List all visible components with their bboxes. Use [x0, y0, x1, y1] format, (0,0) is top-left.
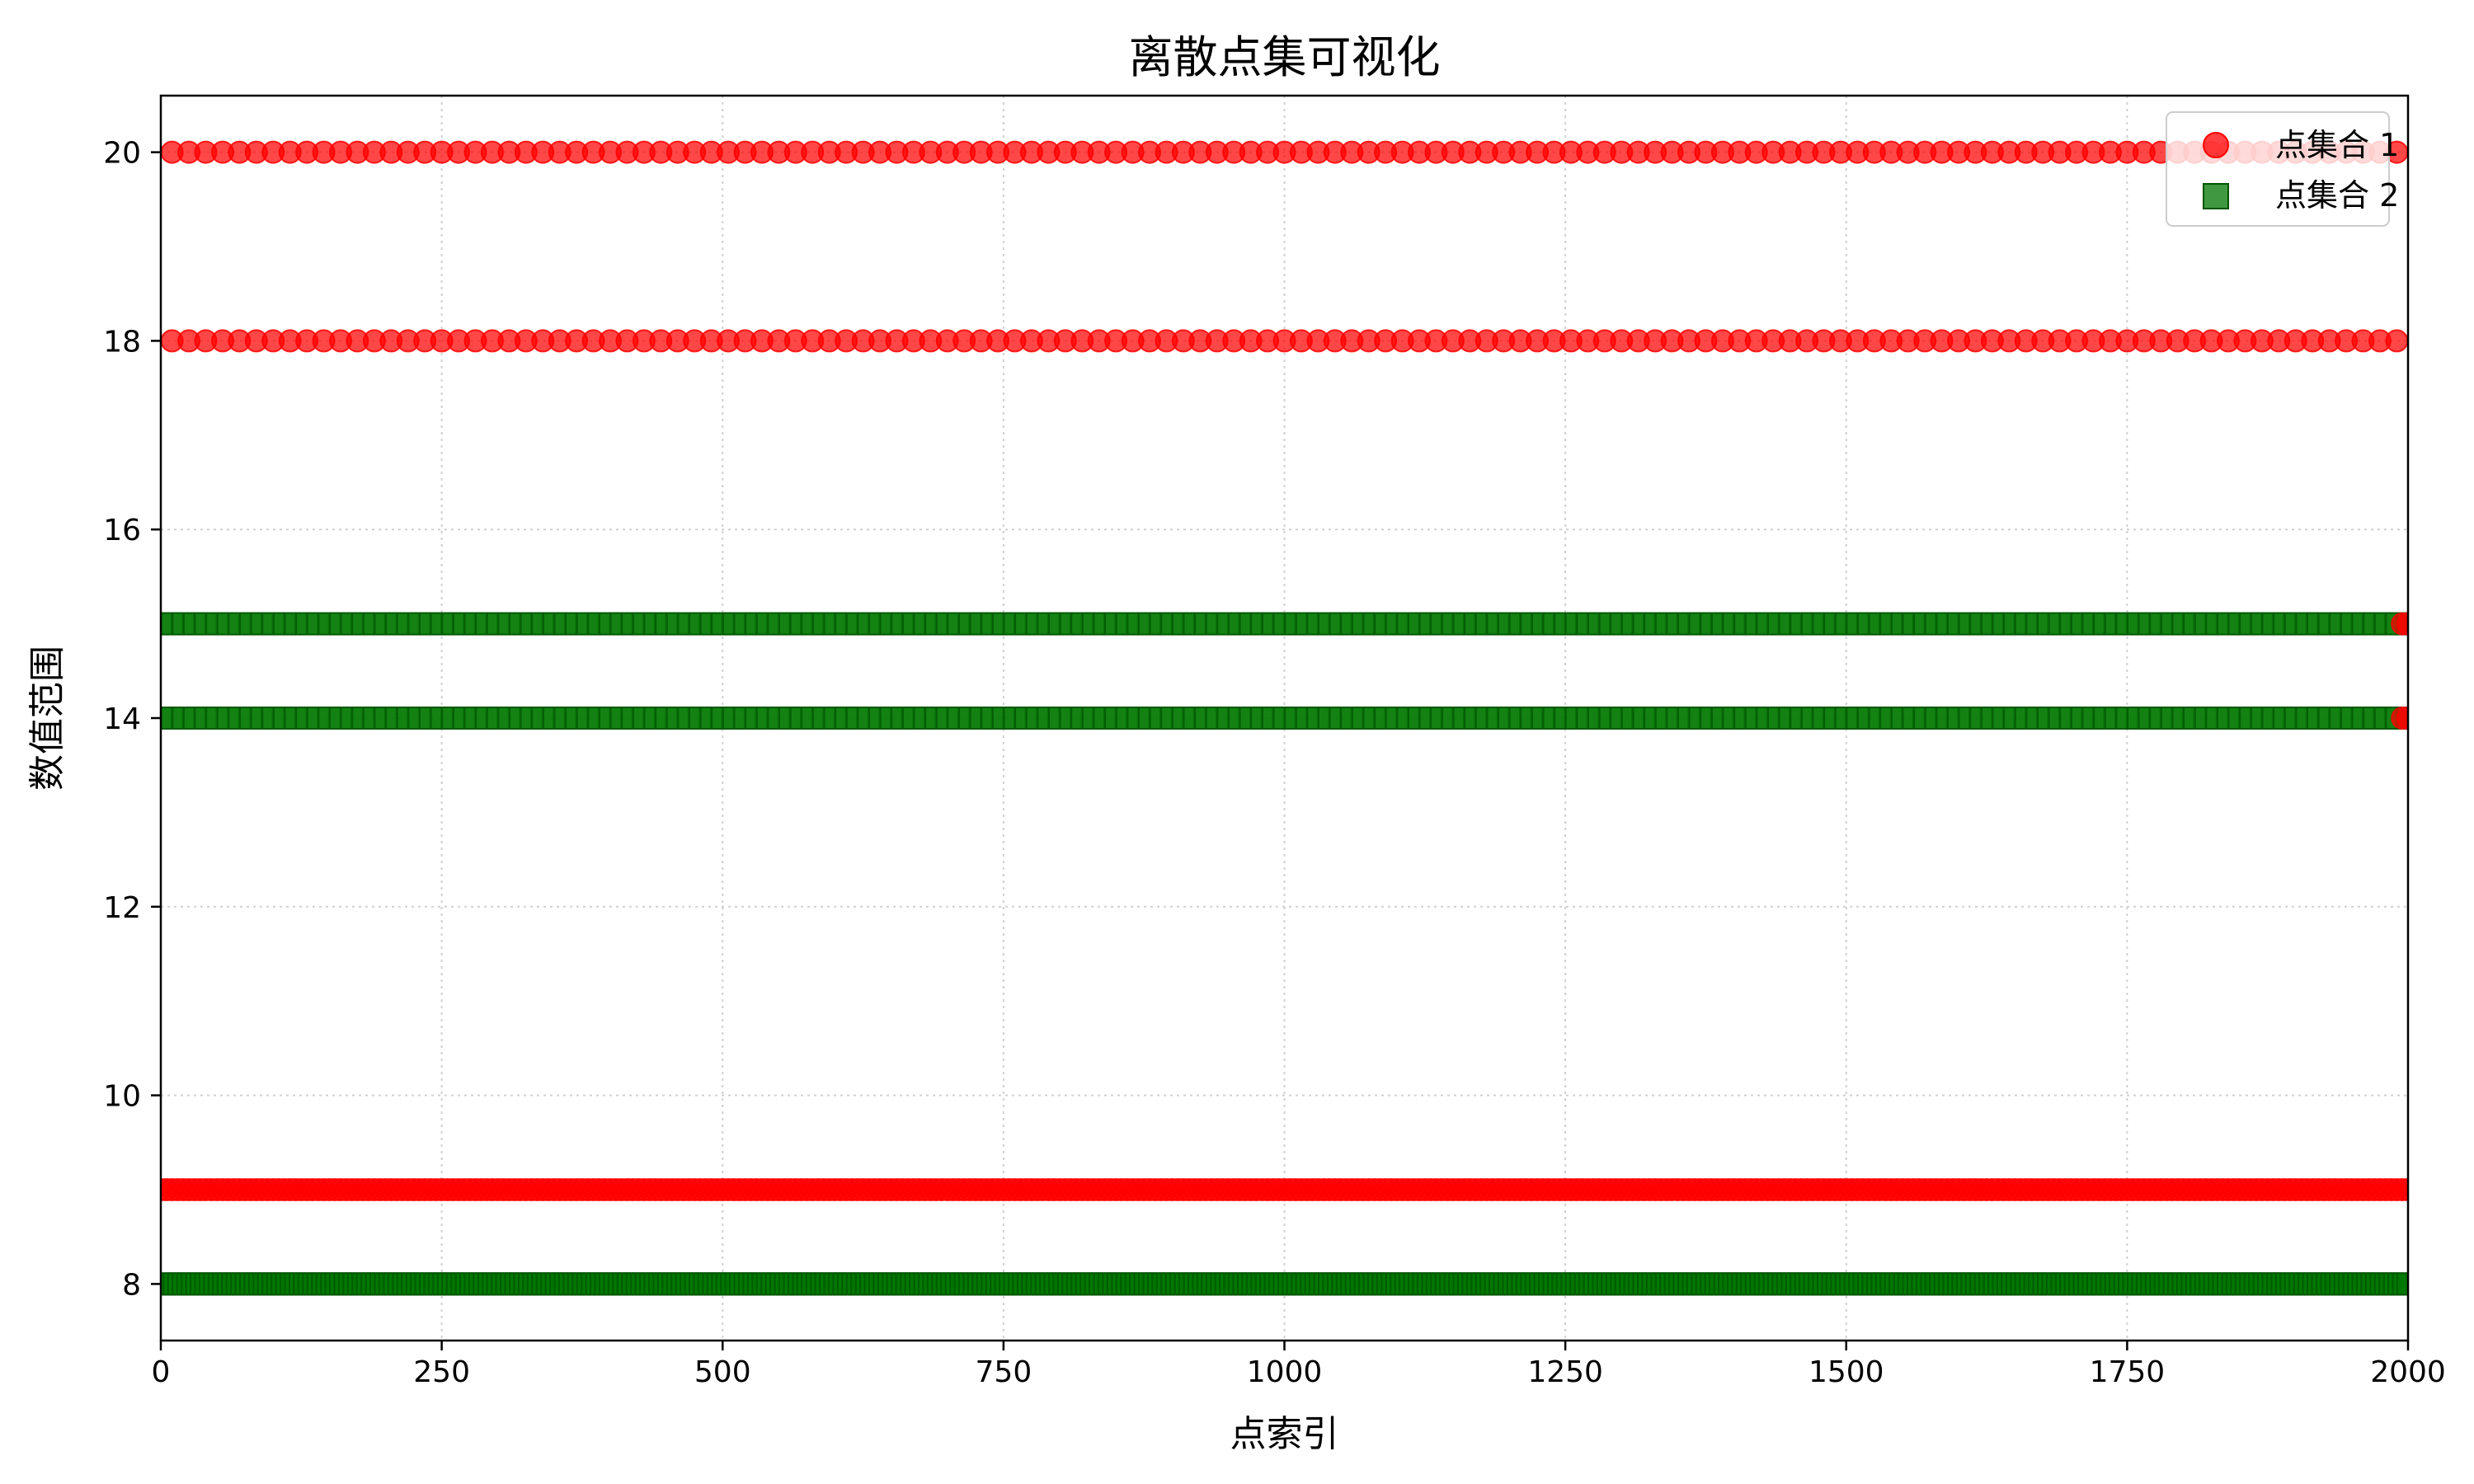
- x-tick-label: 1250: [1527, 1355, 1603, 1389]
- chart-figure: 0 250 500 750 1000 1250 1500 1750 2000 8 10 12 14 16 1…: [0, 0, 2474, 1484]
- legend: 点集合 1 点集合 2: [2166, 111, 2399, 227]
- y-tick-label: 18: [103, 325, 141, 359]
- chart-title: 离散点集可视化: [1129, 31, 1441, 83]
- x-tick-label: 0: [152, 1355, 171, 1389]
- y-tick-label: 12: [103, 891, 141, 925]
- x-tick-label: 750: [976, 1355, 1032, 1389]
- x-tick-label: 1000: [1247, 1355, 1323, 1389]
- legend-marker-circle: [2203, 132, 2229, 158]
- y-tick-label: 8: [122, 1268, 141, 1302]
- scatter-point-circle: [2385, 329, 2408, 353]
- legend-marker-square: [2203, 183, 2229, 209]
- legend-label-series-2: 点集合 2: [2275, 177, 2399, 214]
- y-tick-label: 16: [103, 514, 141, 547]
- y-axis-title: 数值范围: [26, 646, 68, 791]
- y-tick-label: 10: [103, 1080, 141, 1114]
- x-tick-label: 250: [413, 1355, 470, 1389]
- y-tick-label: 20: [103, 137, 141, 171]
- x-tick-label: 1500: [1808, 1355, 1884, 1389]
- scatter-chart: 0 250 500 750 1000 1250 1500 1750 2000 8 10 12 14 16 1…: [26, 31, 2446, 1455]
- x-tick-label: 2000: [2370, 1355, 2446, 1389]
- x-tick-label: 500: [694, 1355, 751, 1389]
- legend-label-series-1: 点集合 1: [2275, 127, 2399, 163]
- x-axis-title: 点索引: [1230, 1413, 1339, 1455]
- y-tick-label: 14: [103, 702, 141, 736]
- x-tick-label: 1750: [2090, 1355, 2166, 1389]
